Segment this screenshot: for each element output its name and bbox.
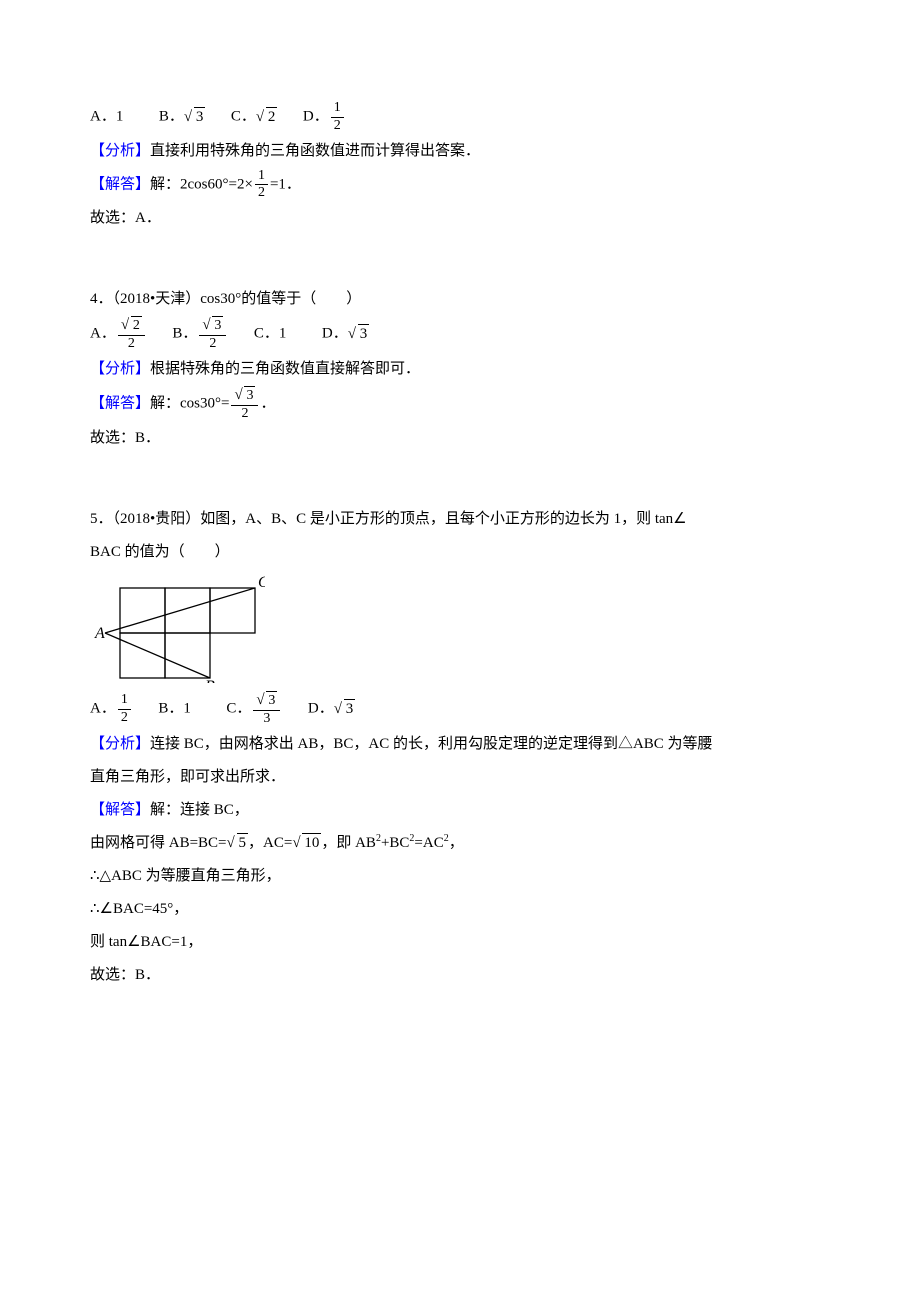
solution-text: 解：2cos60°=2× <box>150 176 253 192</box>
q5-conclusion: 故选：B． <box>90 959 830 992</box>
figure-label-b: B <box>205 678 215 683</box>
q5-figure: A C B <box>90 573 265 683</box>
solution-text: ． <box>260 396 275 412</box>
q3-conclusion: 故选：A． <box>90 202 830 235</box>
sqrt-icon: 3 <box>202 316 223 335</box>
fraction: 12 <box>255 168 268 203</box>
fraction: 12 <box>331 100 344 135</box>
fraction: 32 <box>231 386 258 423</box>
q5-options: A．12 B．1 C．33 D．3 <box>90 691 830 728</box>
q5-stem-l2: BAC 的值为（ ） <box>90 536 830 569</box>
opt-b-label: B． <box>172 326 197 342</box>
q5-solution-l1: 【解答】解：连接 BC， <box>90 794 830 827</box>
sqrt-icon: 3 <box>184 101 206 134</box>
q5-analysis-l1: 【分析】连接 BC，由网格求出 AB，BC，AC 的长，利用勾股定理的逆定理得到… <box>90 728 830 761</box>
figure-label-c: C <box>258 574 265 591</box>
opt-a-val: 1 <box>116 109 124 125</box>
sqrt-icon: 2 <box>256 101 278 134</box>
analysis-text: 直接利用特殊角的三角函数值进而计算得出答案． <box>150 143 480 159</box>
q4-stem: 4．（2018•天津）cos30°的值等于（ ） <box>90 283 830 316</box>
q4-analysis: 【分析】根据特殊角的三角函数值直接解答即可． <box>90 353 830 386</box>
sqrt-icon: 10 <box>292 827 321 860</box>
sqrt-icon: 3 <box>256 691 277 710</box>
opt-a-label: A． <box>90 326 116 342</box>
opt-b-val: 1 <box>183 701 191 717</box>
opt-b-label: B． <box>159 109 184 125</box>
solution-text: =1． <box>270 176 301 192</box>
opt-c-label: C． <box>254 326 279 342</box>
opt-c-label: C． <box>226 701 251 717</box>
q5-solution-l5: 则 tan∠BAC=1， <box>90 926 830 959</box>
sqrt-icon: 2 <box>121 316 142 335</box>
q5-solution-l2: 由网格可得 AB=BC=5，AC=10，即 AB2+BC2=AC2， <box>90 827 830 860</box>
opt-d-label: D． <box>322 326 348 342</box>
q5-solution-l3: ∴△ABC 为等腰直角三角形， <box>90 860 830 893</box>
opt-c-val: 1 <box>279 326 287 342</box>
fraction: 33 <box>253 691 280 728</box>
opt-c-label: C． <box>231 109 256 125</box>
opt-a-label: A． <box>90 109 116 125</box>
q3-analysis: 【分析】直接利用特殊角的三角函数值进而计算得出答案． <box>90 135 830 168</box>
fraction: 22 <box>118 316 145 353</box>
opt-d-label: D． <box>308 701 334 717</box>
q4-solution: 【解答】解：cos30°=32． <box>90 386 830 423</box>
analysis-label: 【分析】 <box>90 361 150 377</box>
solution-label: 【解答】 <box>90 396 150 412</box>
opt-b-label: B． <box>158 701 183 717</box>
sqrt-icon: 3 <box>334 693 356 726</box>
solution-label: 【解答】 <box>90 802 150 818</box>
sqrt-icon: 3 <box>348 318 370 351</box>
fraction: 12 <box>118 692 131 727</box>
q5-analysis-l2: 直角三角形，即可求出所求． <box>90 761 830 794</box>
q4-conclusion: 故选：B． <box>90 422 830 455</box>
q4-options: A．22 B．32 C．1 D．3 <box>90 316 830 353</box>
solution-label: 【解答】 <box>90 176 150 192</box>
q5-stem-l1: 5．（2018•贵阳）如图，A、B、C 是小正方形的顶点，且每个小正方形的边长为… <box>90 503 830 536</box>
analysis-text: 连接 BC，由网格求出 AB，BC，AC 的长，利用勾股定理的逆定理得到△ABC… <box>150 736 713 752</box>
figure-label-a: A <box>94 625 105 642</box>
opt-a-label: A． <box>90 701 116 717</box>
q3-options: A．1 B．3 C．2 D．12 <box>90 100 830 135</box>
analysis-text: 根据特殊角的三角函数值直接解答即可． <box>150 361 420 377</box>
solution-text: 解：cos30°= <box>150 396 229 412</box>
q3-solution: 【解答】解：2cos60°=2×12=1． <box>90 168 830 203</box>
opt-d-label: D． <box>303 109 329 125</box>
sqrt-icon: 3 <box>234 386 255 405</box>
analysis-label: 【分析】 <box>90 736 150 752</box>
analysis-label: 【分析】 <box>90 143 150 159</box>
fraction: 32 <box>199 316 226 353</box>
solution-text: 解：连接 BC， <box>150 802 249 818</box>
sqrt-icon: 5 <box>227 827 249 860</box>
q5-solution-l4: ∴∠BAC=45°， <box>90 893 830 926</box>
